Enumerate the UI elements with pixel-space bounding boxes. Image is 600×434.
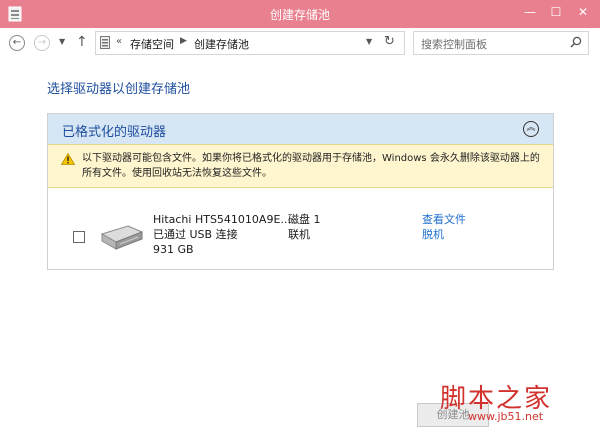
site-watermark-url: www.jb51.net bbox=[468, 410, 544, 423]
back-button[interactable]: ← bbox=[9, 35, 25, 51]
breadcrumb-create-pool[interactable]: 创建存储池 bbox=[194, 36, 249, 52]
warning-banner: 以下驱动器可能包含文件。如果你将已格式化的驱动器用于存储池，Windows 会永… bbox=[48, 144, 553, 188]
recent-locations-dropdown[interactable]: ▼ bbox=[59, 37, 65, 46]
breadcrumb-separator[interactable]: ▶ bbox=[180, 36, 187, 46]
drive-name: Hitachi HTS541010A9E... bbox=[153, 213, 291, 226]
section-title: 已格式化的驱动器 bbox=[62, 125, 167, 140]
search-placeholder: 搜索控制面板 bbox=[421, 38, 487, 51]
storage-location-icon bbox=[100, 36, 110, 49]
warning-text: 以下驱动器可能包含文件。如果你将已格式化的驱动器用于存储池，Windows 会永… bbox=[82, 153, 540, 179]
collapse-section-button[interactable]: ︽ bbox=[523, 121, 539, 137]
formatted-drives-panel: 已格式化的驱动器 ︽ 以下驱动器可能包含文件。如果你将已格式化的驱动器用于存储池… bbox=[47, 113, 554, 270]
minimize-button[interactable]: — bbox=[520, 4, 540, 20]
address-dropdown-button[interactable]: ▼ bbox=[366, 37, 372, 46]
close-button[interactable]: ✕ bbox=[573, 4, 593, 20]
title-bar: 创建存储池 — ☐ ✕ bbox=[0, 0, 600, 28]
forward-button[interactable]: → bbox=[34, 35, 50, 51]
drive-actions: 查看文件 脱机 bbox=[422, 212, 466, 242]
hard-drive-icon bbox=[100, 225, 144, 250]
page-heading: 选择驱动器以创建存储池 bbox=[47, 82, 191, 97]
address-bar[interactable]: « 存储空间 ▶ 创建存储池 ▼ ↻ bbox=[95, 31, 405, 55]
search-icon[interactable] bbox=[570, 36, 582, 48]
window-title: 创建存储池 bbox=[269, 8, 330, 22]
view-files-link[interactable]: 查看文件 bbox=[422, 212, 466, 227]
drive-row[interactable]: Hitachi HTS541010A9E... 已通过 USB 连接 931 G… bbox=[48, 206, 553, 266]
breadcrumb-overflow[interactable]: « bbox=[116, 36, 122, 47]
refresh-button[interactable]: ↻ bbox=[384, 34, 395, 49]
search-input[interactable]: 搜索控制面板 bbox=[413, 31, 589, 55]
disk-details: 磁盘 1 联机 bbox=[288, 212, 321, 242]
drive-connection: 已通过 USB 连接 bbox=[153, 228, 238, 241]
section-header[interactable]: 已格式化的驱动器 ︽ bbox=[48, 114, 553, 144]
maximize-button[interactable]: ☐ bbox=[546, 4, 566, 20]
warning-icon bbox=[61, 153, 75, 165]
breadcrumb-storage-spaces[interactable]: 存储空间 bbox=[130, 36, 174, 52]
disk-number: 磁盘 1 bbox=[288, 213, 321, 226]
drive-size: 931 GB bbox=[153, 243, 194, 256]
navigation-bar: ← → ▼ ↑ « 存储空间 ▶ 创建存储池 ▼ ↻ 搜索控制面板 bbox=[0, 28, 600, 60]
disk-status: 联机 bbox=[288, 228, 310, 241]
take-offline-link[interactable]: 脱机 bbox=[422, 227, 466, 242]
up-button[interactable]: ↑ bbox=[76, 34, 88, 50]
drive-details: Hitachi HTS541010A9E... 已通过 USB 连接 931 G… bbox=[153, 212, 291, 257]
drive-checkbox[interactable] bbox=[73, 231, 85, 243]
